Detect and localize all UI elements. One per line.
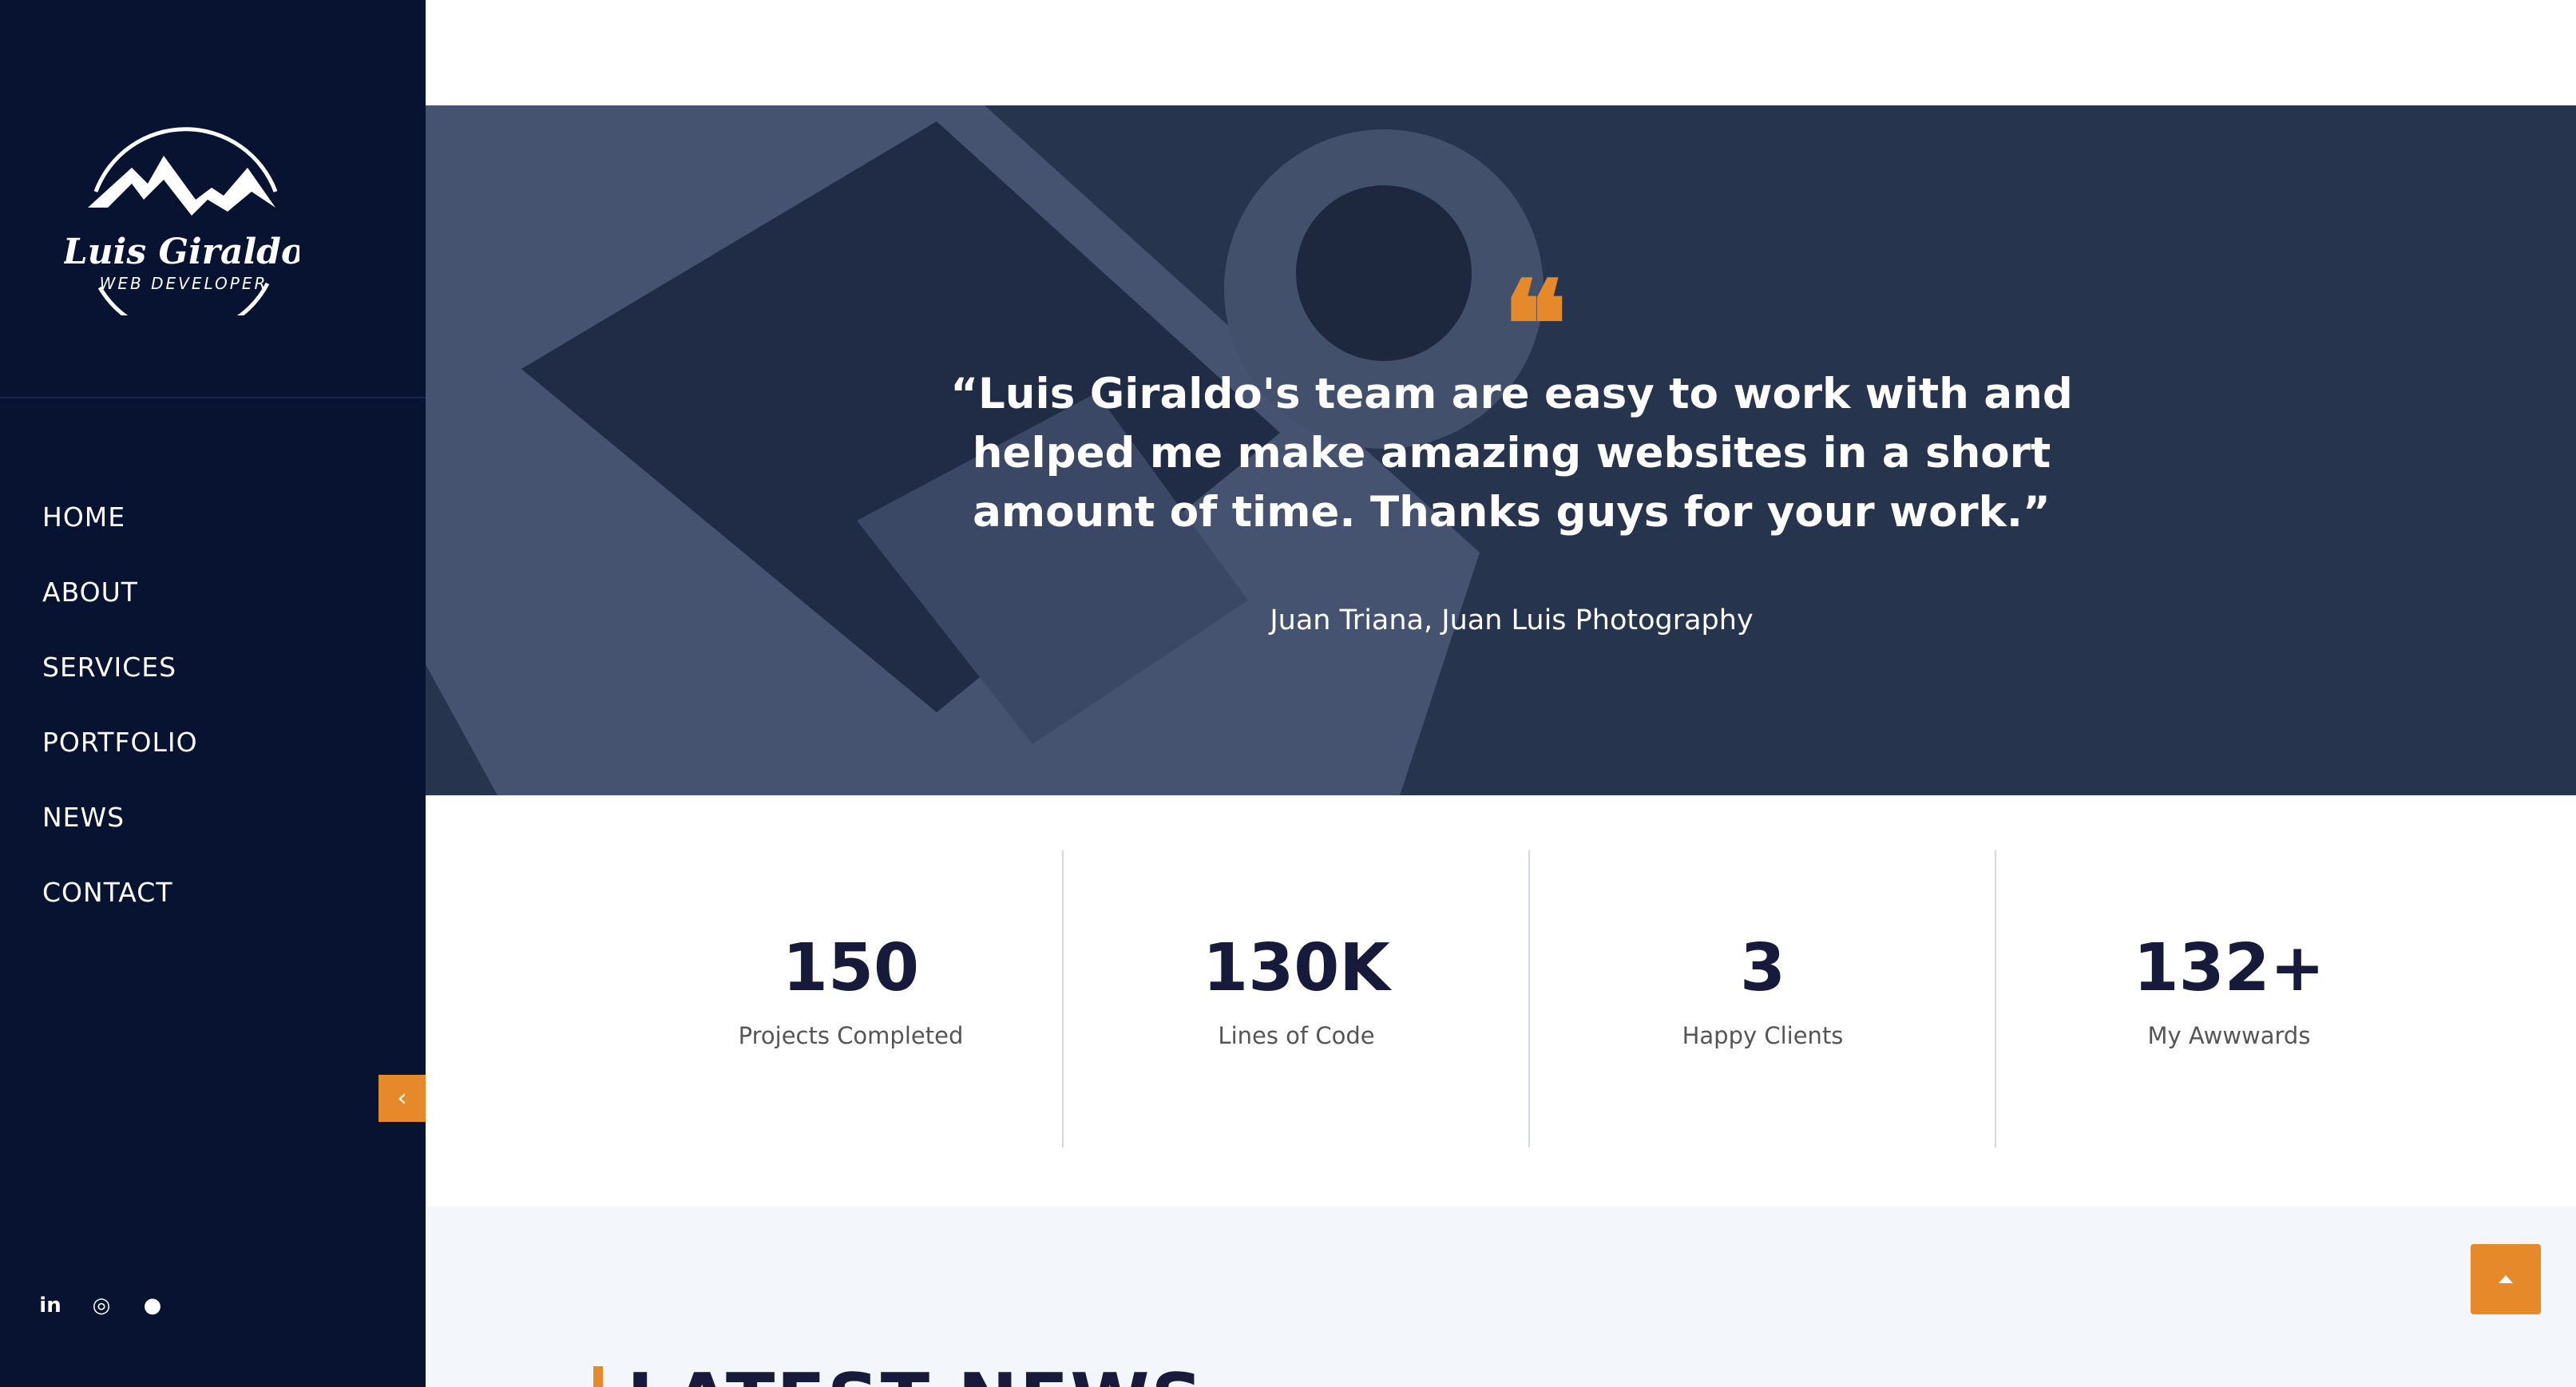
stat-lines-of-code: 130K Lines of Code xyxy=(1062,850,1529,1147)
testimonial-quote: “Luis Giraldo's team are easy to work wi… xyxy=(950,370,2073,537)
main-nav: HOME ABOUT SERVICES PORTFOLIO NEWS CONTA… xyxy=(42,479,198,929)
nav-item-contact[interactable]: CONTACT xyxy=(42,854,198,929)
stat-label: Projects Completed xyxy=(738,1022,964,1049)
sidebar-divider xyxy=(0,397,426,398)
github-icon[interactable]: ● xyxy=(141,1294,164,1318)
linkedin-icon[interactable]: in xyxy=(38,1294,62,1318)
stat-value: 150 xyxy=(782,930,920,1006)
stat-label: Lines of Code xyxy=(1218,1022,1375,1049)
stat-awwwards: 132+ My Awwwards xyxy=(1995,850,2462,1147)
news-heading: LATEST NEWS xyxy=(627,1358,1204,1387)
stat-projects: 150 Projects Completed xyxy=(617,850,1084,1147)
testimonial-author: Juan Triana, Juan Luis Photography xyxy=(1270,604,1754,636)
social-links: in ◎ ● xyxy=(38,1294,164,1318)
stat-value: 132+ xyxy=(2133,930,2325,1006)
arrow-up-icon xyxy=(2499,1275,2513,1283)
logo-tagline: WEB DEVELOPER xyxy=(100,274,268,293)
stat-happy-clients: 3 Happy Clients xyxy=(1528,850,1995,1147)
nav-item-services[interactable]: SERVICES xyxy=(42,629,198,704)
news-section: LATEST NEWS xyxy=(426,1207,2576,1387)
stat-label: Happy Clients xyxy=(1682,1022,1844,1049)
mountain-logo-icon: Luis Giraldo WEB DEVELOPER xyxy=(61,127,304,337)
quote-icon: ❝ xyxy=(1503,265,1567,385)
logo[interactable]: Luis Giraldo WEB DEVELOPER xyxy=(61,80,304,337)
sidebar-collapse-button[interactable]: ‹ xyxy=(378,1075,426,1122)
news-accent-bar xyxy=(593,1366,603,1387)
nav-item-about[interactable]: ABOUT xyxy=(42,554,198,629)
stat-value: 3 xyxy=(1739,930,1786,1006)
nav-item-home[interactable]: HOME xyxy=(42,479,198,554)
logo-name: Luis Giraldo xyxy=(64,232,299,272)
sidebar: Luis Giraldo WEB DEVELOPER HOME ABOUT SE… xyxy=(0,0,426,1387)
testimonial-section: ❝ “Luis Giraldo's team are easy to work … xyxy=(426,105,2576,795)
stat-value: 130K xyxy=(1203,930,1390,1006)
nav-item-news[interactable]: NEWS xyxy=(42,779,198,854)
chevron-left-icon: ‹ xyxy=(397,1084,407,1112)
scroll-to-top-button[interactable] xyxy=(2471,1244,2541,1314)
nav-item-portfolio[interactable]: PORTFOLIO xyxy=(42,704,198,779)
stat-label: My Awwwards xyxy=(2147,1022,2311,1049)
instagram-icon[interactable]: ◎ xyxy=(89,1294,113,1318)
stats-section: 150 Projects Completed 130K Lines of Cod… xyxy=(426,795,2576,1207)
